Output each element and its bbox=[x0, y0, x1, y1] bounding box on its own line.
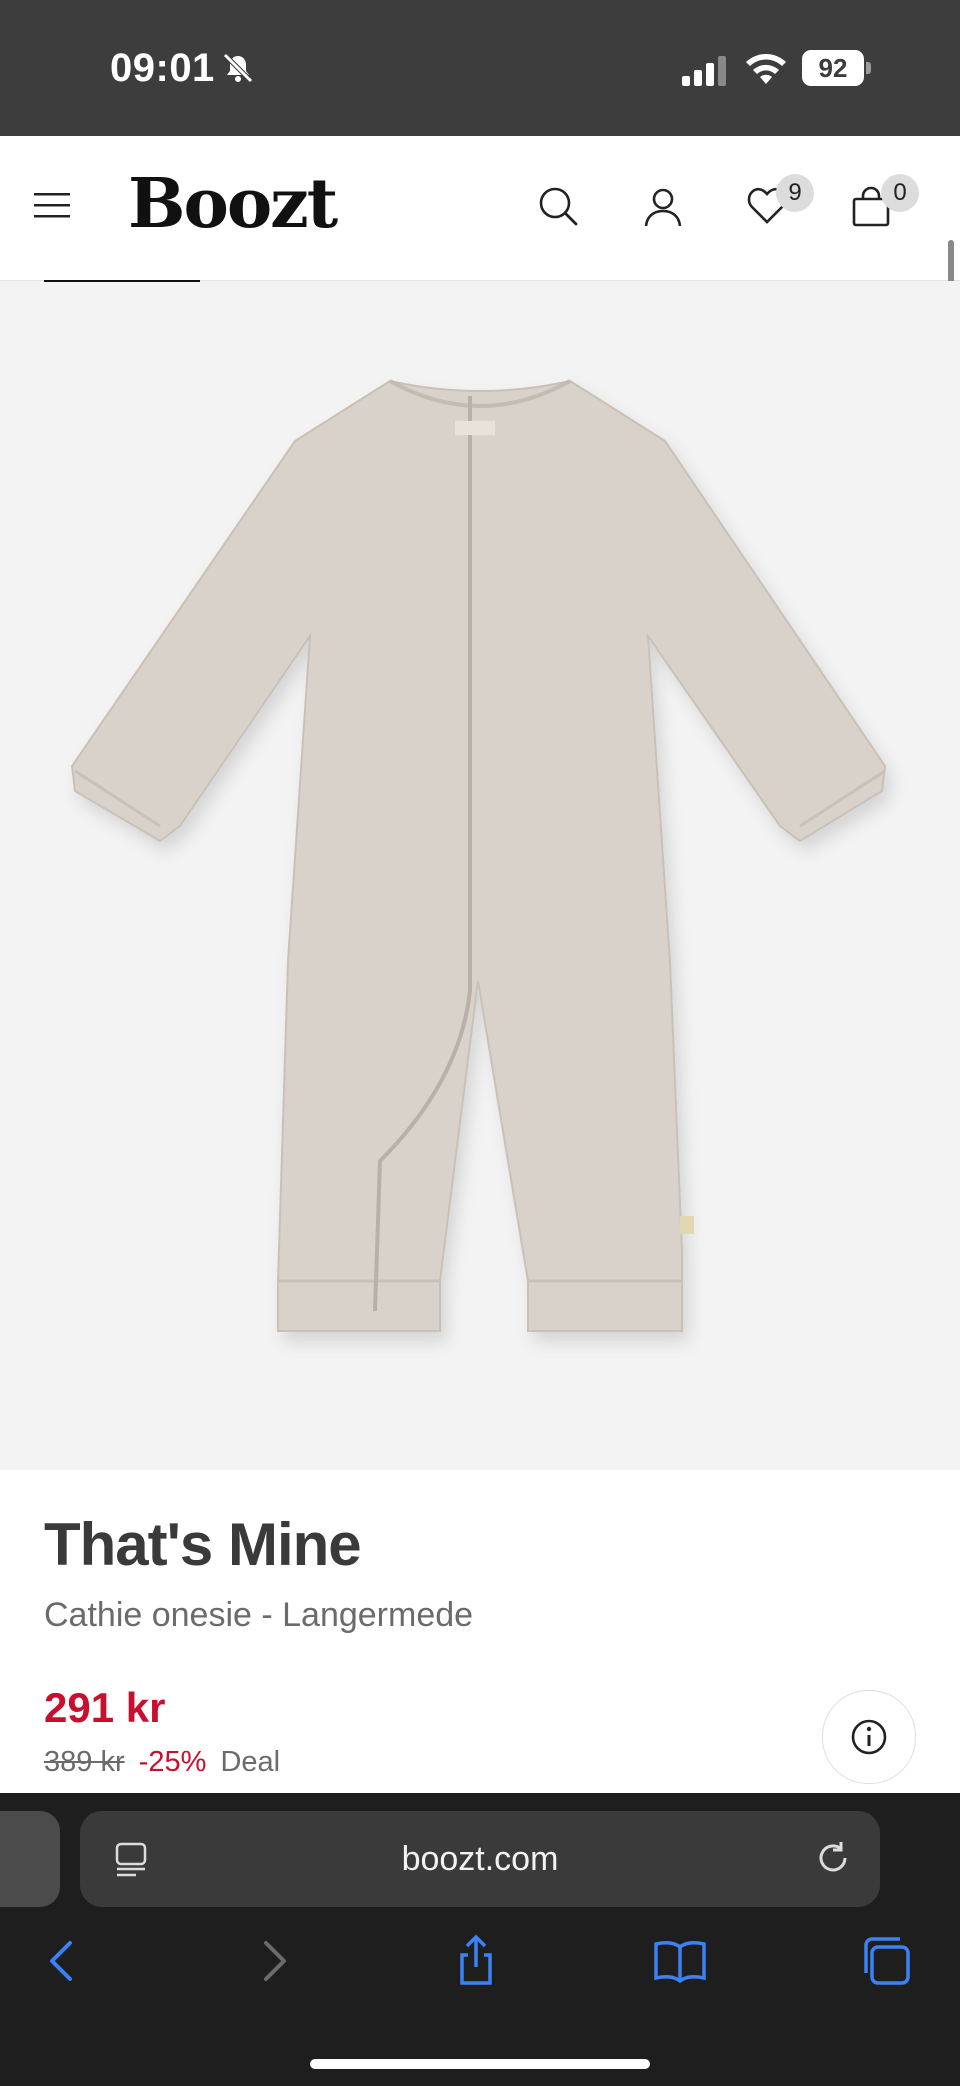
battery-tip bbox=[866, 62, 871, 74]
chevron-left-icon[interactable] bbox=[34, 1933, 90, 1989]
previous-tab-preview[interactable] bbox=[0, 1811, 60, 1907]
share-icon[interactable] bbox=[448, 1933, 504, 1989]
status-time: 09:01 bbox=[110, 46, 215, 90]
onesie-image bbox=[70, 379, 887, 1332]
boozt-logo[interactable]: Boozt bbox=[128, 164, 338, 244]
deal-label: Deal bbox=[220, 1746, 281, 1778]
reload-icon[interactable] bbox=[812, 1837, 854, 1879]
bell-muted-icon bbox=[223, 53, 253, 83]
cart-count-badge: 0 bbox=[881, 174, 919, 212]
tabs-icon[interactable] bbox=[858, 1933, 914, 1989]
page-menu-icon[interactable] bbox=[114, 1841, 150, 1879]
site-header: Boozt 9 0 bbox=[0, 136, 960, 281]
book-icon[interactable] bbox=[652, 1933, 708, 1989]
home-indicator[interactable] bbox=[310, 2059, 650, 2069]
status-bar: 09:01 92 bbox=[0, 0, 960, 136]
wifi-icon bbox=[746, 54, 786, 84]
search-icon[interactable] bbox=[536, 184, 580, 228]
product-price: 291 kr bbox=[44, 1684, 166, 1731]
product-image[interactable] bbox=[0, 281, 960, 1470]
info-icon bbox=[851, 1719, 887, 1755]
image-tab-indicator bbox=[44, 280, 200, 282]
product-brand[interactable]: That's Mine bbox=[44, 1510, 362, 1579]
battery-level: 92 bbox=[802, 50, 864, 86]
cellular-signal-icon bbox=[682, 56, 726, 86]
chevron-right-icon[interactable] bbox=[246, 1933, 302, 1989]
address-bar[interactable]: boozt.com bbox=[80, 1811, 880, 1907]
hamburger-menu-icon[interactable] bbox=[34, 190, 70, 220]
old-price: 389 kr bbox=[44, 1746, 125, 1778]
info-button[interactable] bbox=[822, 1690, 916, 1784]
url-text: boozt.com bbox=[401, 1840, 559, 1878]
product-name: Cathie onesie - Langermede bbox=[44, 1596, 474, 1634]
discount-badge: -25% bbox=[138, 1746, 207, 1778]
price-details: 389 kr -25% Deal bbox=[44, 1746, 280, 1779]
browser-toolbar: boozt.com bbox=[0, 1793, 960, 2086]
wishlist-count-badge: 9 bbox=[776, 174, 814, 212]
battery-indicator: 92 bbox=[802, 50, 872, 86]
user-icon[interactable] bbox=[641, 184, 685, 228]
